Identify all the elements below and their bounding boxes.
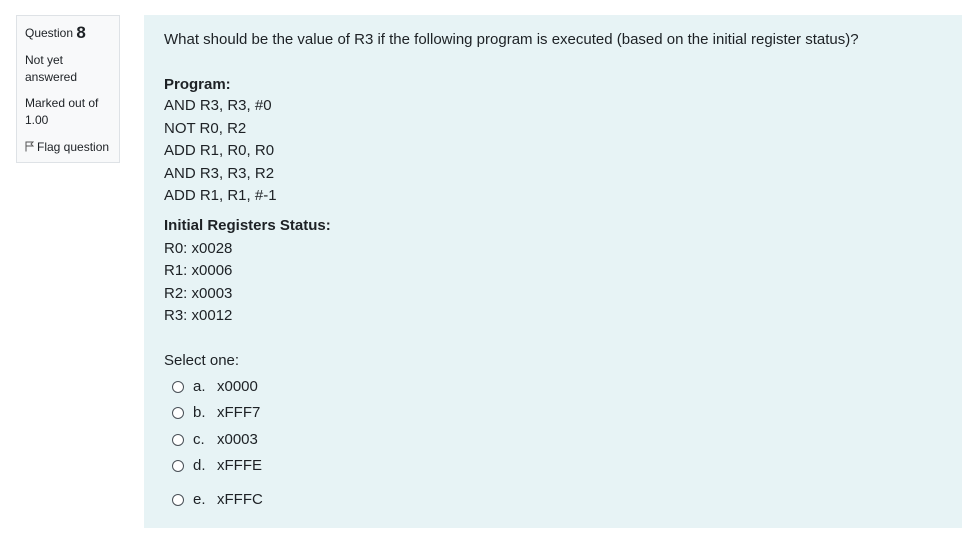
- radio-button[interactable]: [172, 381, 184, 393]
- radio-button[interactable]: [172, 460, 184, 472]
- register-line: R2: x0003: [164, 285, 233, 302]
- option-letter: d.: [193, 457, 206, 474]
- flag-question-button[interactable]: Flag question: [25, 139, 111, 155]
- select-one-prompt: Select one:: [164, 352, 240, 369]
- program-line: AND R3, R3, R2: [164, 165, 275, 182]
- program-line: NOT R0, R2: [164, 120, 247, 137]
- question-grade-line2: 1.00: [25, 113, 49, 127]
- program-heading: Program:: [164, 76, 231, 93]
- question-state: Not yet answered: [25, 52, 111, 86]
- register-line: R0: x0028: [164, 240, 233, 257]
- option-letter: a.: [193, 378, 206, 395]
- register-line: R3: x0012: [164, 307, 233, 324]
- option-value: xFFFE: [217, 457, 262, 474]
- question-info-panel: Question 8 Not yet answered Marked out o…: [16, 15, 120, 163]
- option-value: x0000: [217, 378, 258, 395]
- radio-button[interactable]: [172, 407, 184, 419]
- answer-option-b[interactable]: b. xFFF7: [172, 404, 260, 422]
- answer-option-d[interactable]: d. xFFFE: [172, 457, 262, 475]
- option-value: x0003: [217, 431, 258, 448]
- question-number: 8: [76, 23, 86, 42]
- question-label: Question: [25, 26, 74, 40]
- radio-button[interactable]: [172, 494, 184, 506]
- program-line: ADD R1, R0, R0: [164, 142, 275, 159]
- answer-option-e[interactable]: e. xFFFC: [172, 491, 263, 509]
- program-line: AND R3, R3, #0: [164, 97, 272, 114]
- registers-heading: Initial Registers Status:: [164, 217, 331, 234]
- register-line: R1: x0006: [164, 262, 233, 279]
- question-state-line2: answered: [25, 70, 78, 84]
- question-grade-line1: Marked out of: [25, 96, 99, 110]
- radio-button[interactable]: [172, 434, 184, 446]
- question-state-line1: Not yet: [25, 53, 64, 67]
- question-text: What should be the value of R3 if the fo…: [164, 31, 859, 48]
- option-value: xFFFC: [217, 491, 263, 508]
- question-content: What should be the value of R3 if the fo…: [144, 15, 962, 528]
- option-letter: e.: [193, 491, 206, 508]
- flag-question-label: Flag question: [37, 140, 110, 154]
- flag-icon: [25, 140, 35, 152]
- option-value: xFFF7: [217, 404, 261, 421]
- question-number-line: Question 8: [25, 22, 111, 44]
- option-letter: b.: [193, 404, 206, 421]
- answer-option-c[interactable]: c. x0003: [172, 431, 258, 449]
- question-grade: Marked out of 1.00: [25, 95, 111, 129]
- answer-option-a[interactable]: a. x0000: [172, 378, 258, 396]
- program-line: ADD R1, R1, #-1: [164, 187, 277, 204]
- option-letter: c.: [193, 431, 205, 448]
